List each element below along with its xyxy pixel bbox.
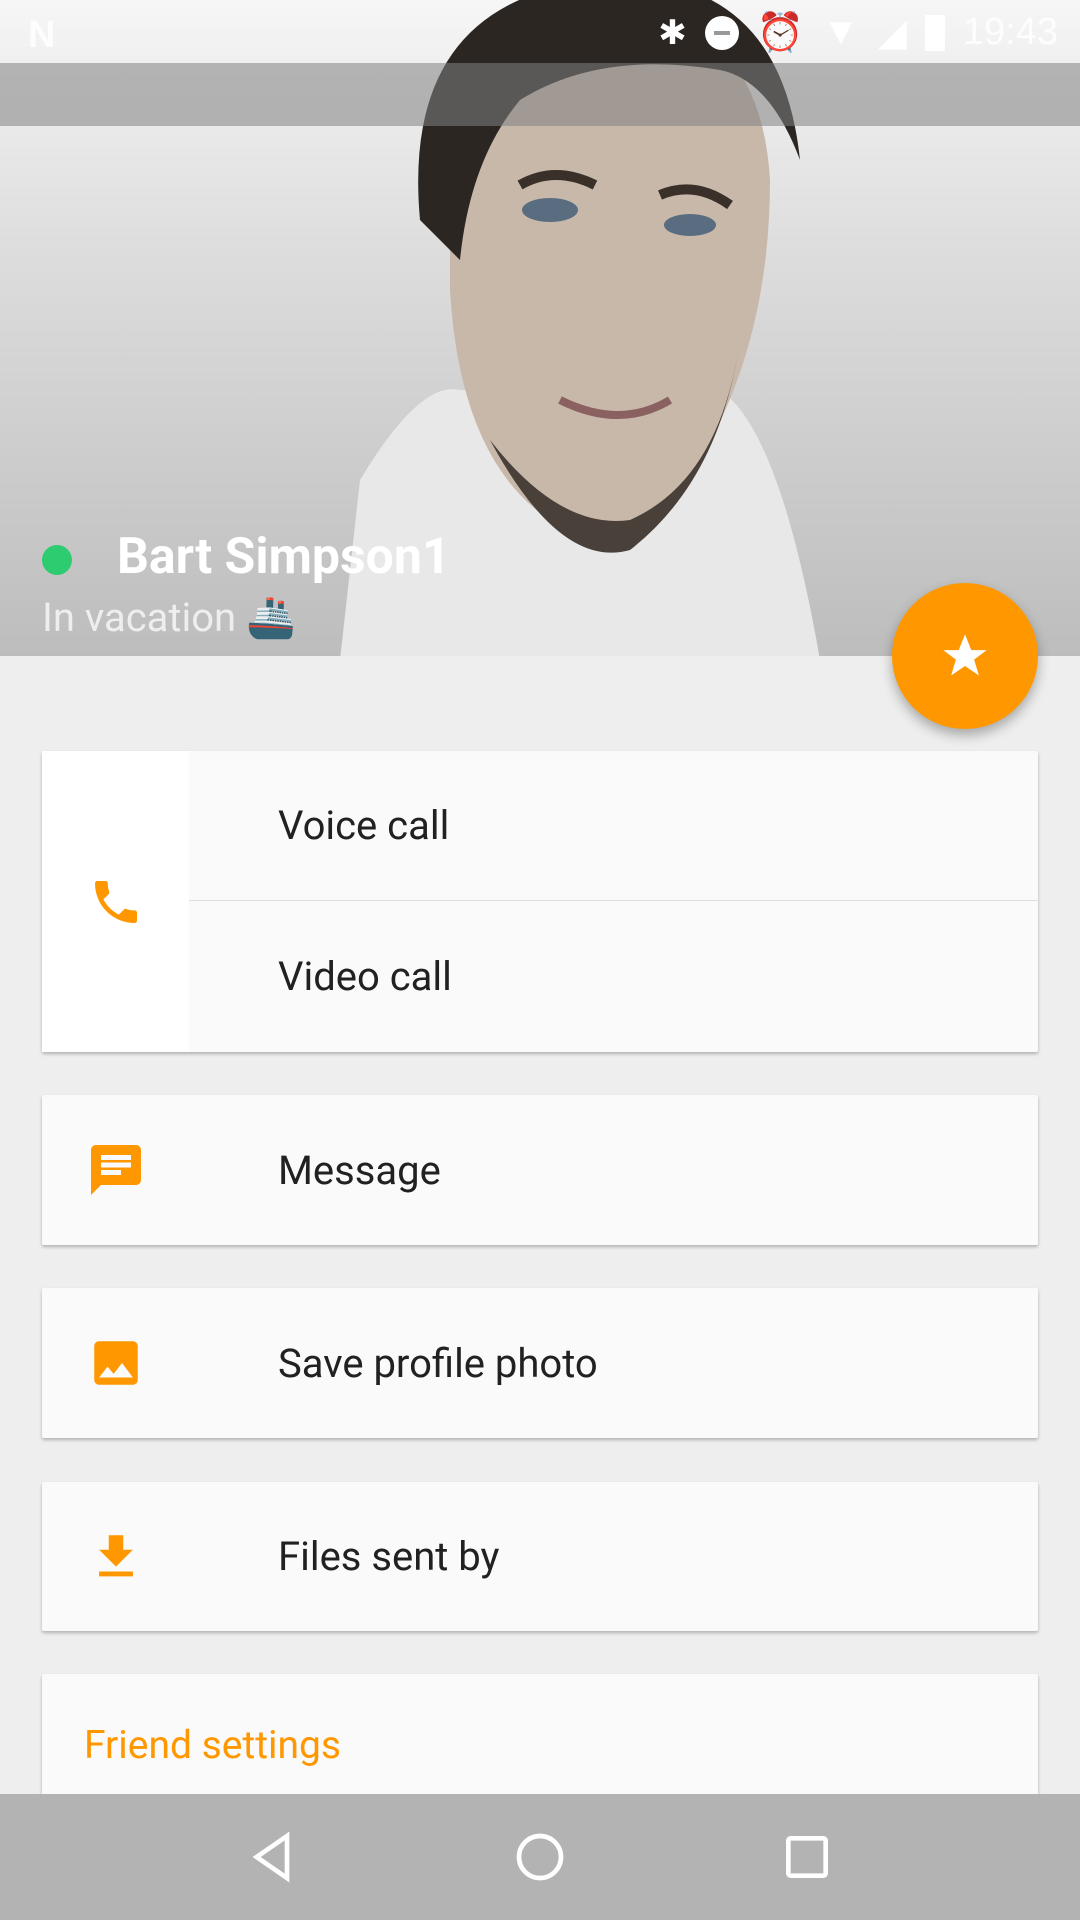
clock: 19:43 (962, 11, 1058, 53)
save-profile-photo-button[interactable]: Save profile photo (42, 1288, 1038, 1438)
message-button[interactable]: Message (42, 1095, 1038, 1245)
files-sent-label: Files sent by (278, 1533, 500, 1580)
profile-header: N ✱ ⏰ ▼ ◢ 19:43 Bart Simpson1 In vacatio… (0, 0, 1080, 656)
back-icon[interactable] (245, 1829, 301, 1885)
video-call-label: Video call (278, 953, 452, 1000)
navigation-bar (0, 1794, 1080, 1920)
phone-icon-column (42, 751, 189, 1052)
status-message: In vacation 🚢 (42, 594, 296, 641)
do-not-disturb-icon (704, 15, 739, 50)
video-call-button[interactable]: Video call (189, 901, 1038, 1052)
image-icon (93, 1341, 138, 1385)
wifi-icon: ▼ (822, 11, 860, 53)
home-icon[interactable] (512, 1829, 568, 1885)
save-photo-label: Save profile photo (278, 1339, 598, 1387)
recents-icon[interactable] (779, 1829, 835, 1885)
friend-settings-title: Friend settings (84, 1722, 342, 1768)
online-indicator (42, 545, 72, 575)
ship-emoji: 🚢 (246, 594, 296, 641)
n-logo-icon: N (28, 14, 56, 56)
voice-call-button[interactable]: Voice call (189, 751, 1038, 901)
favorite-button[interactable] (892, 583, 1038, 729)
status-bar: N ✱ ⏰ ▼ ◢ 19:43 (0, 0, 1080, 63)
bluetooth-icon: ✱ (658, 13, 687, 52)
files-sent-by-button[interactable]: Files sent by (42, 1482, 1038, 1631)
battery-icon (924, 14, 945, 51)
contact-name: Bart Simpson1 (117, 528, 451, 586)
star-icon (943, 634, 987, 676)
status-text: In vacation (42, 594, 237, 641)
message-icon (90, 1145, 141, 1195)
voice-call-label: Voice call (278, 802, 450, 849)
alarm-icon: ⏰ (756, 11, 805, 54)
phone-icon (94, 880, 137, 923)
call-card: Voice call Video call (42, 751, 1038, 1052)
toolbar (0, 63, 1080, 126)
download-icon (98, 1534, 133, 1576)
signal-icon: ◢ (877, 12, 907, 54)
message-label: Message (278, 1146, 441, 1194)
